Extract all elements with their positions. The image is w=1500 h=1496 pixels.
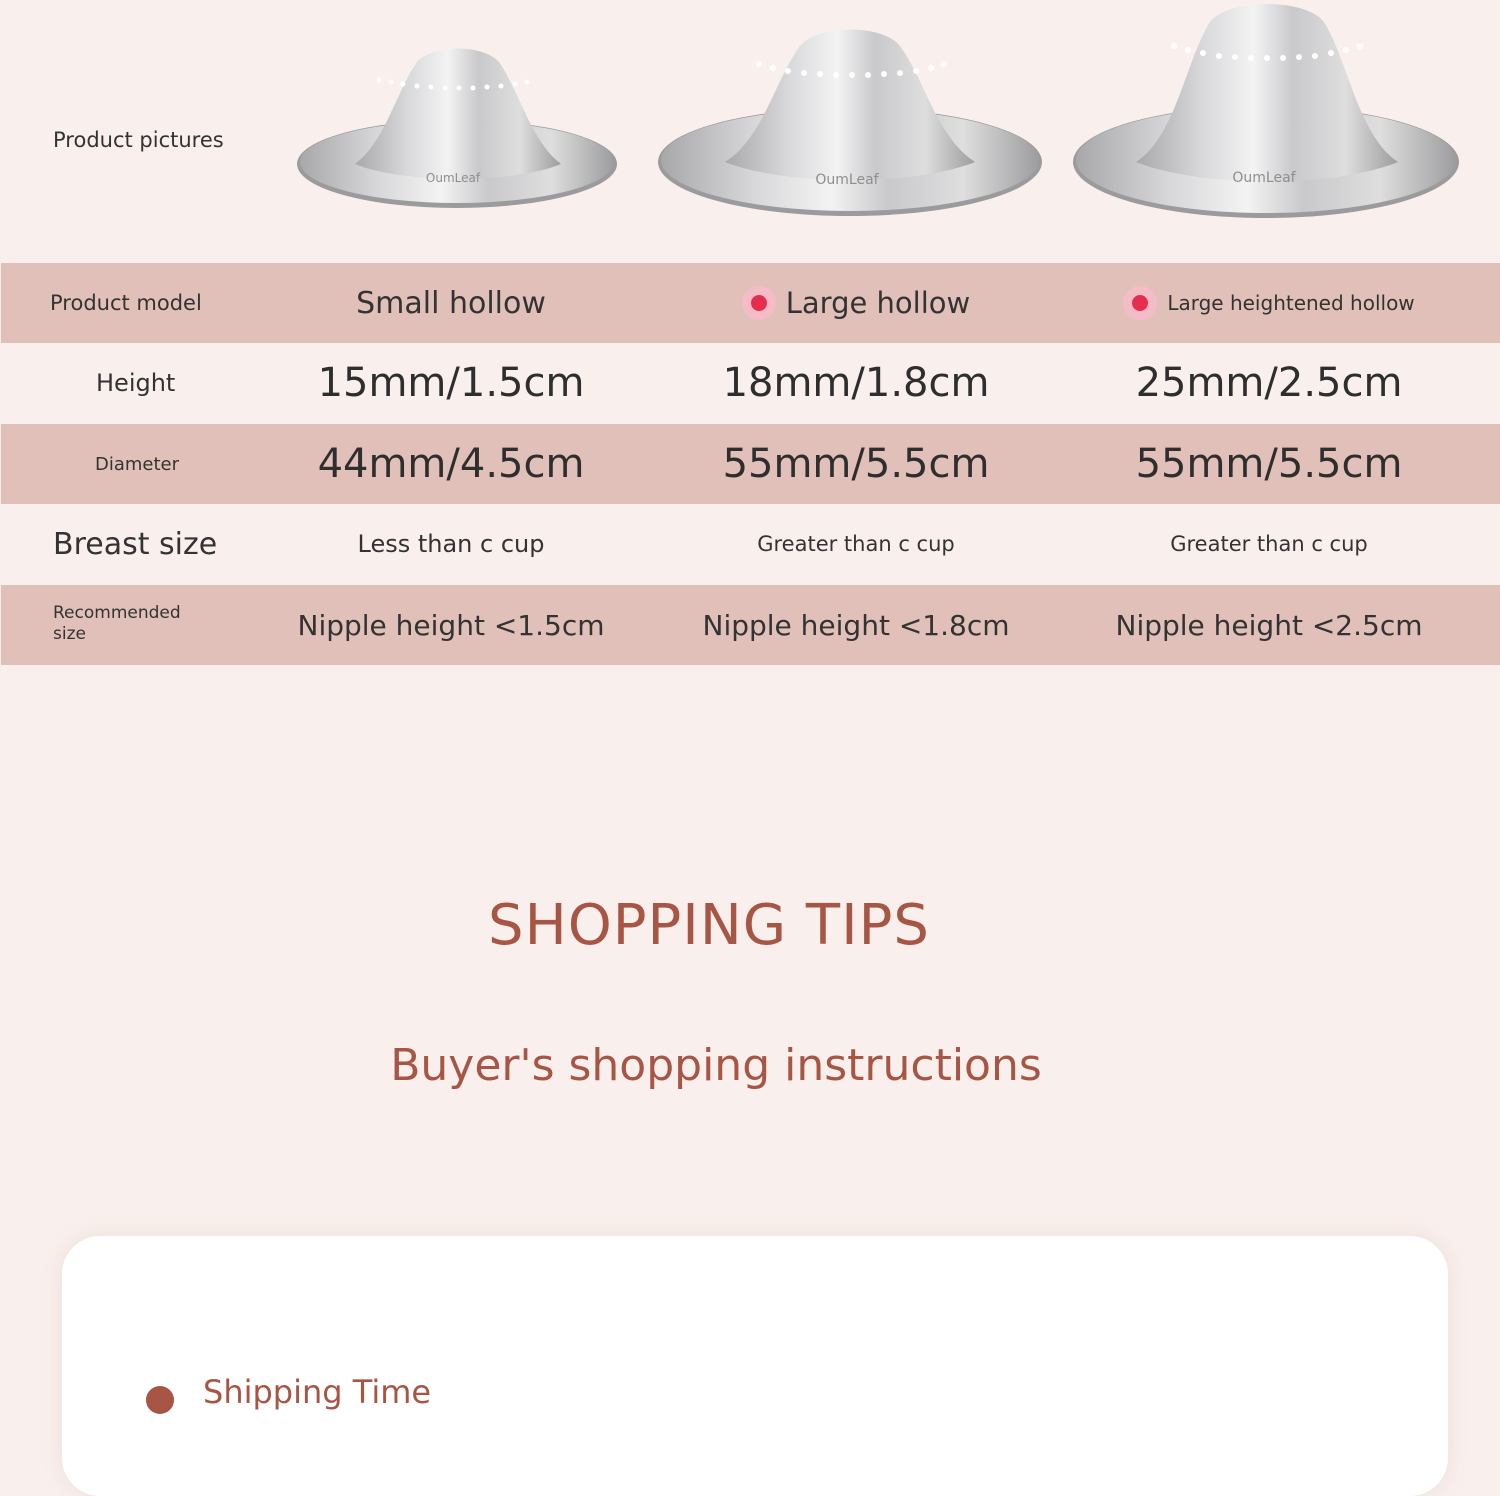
product-logo: OumLeaf — [815, 172, 879, 188]
shopping-instructions-card: Shipping Time — [62, 1236, 1448, 1496]
recommended-value: Nipple height <1.5cm — [297, 608, 605, 642]
shopping-tips-subtitle: Buyer's shopping instructions — [390, 1040, 1042, 1091]
row-recommended-size: Recommended size Nipple height <1.5cm Ni… — [1, 585, 1500, 665]
product-image-large-hollow: OumLeaf — [658, 29, 1042, 216]
breast-size-value: Less than c cup — [357, 530, 545, 558]
model-name: Small hollow — [356, 285, 546, 321]
shipping-time-heading: Shipping Time — [203, 1373, 432, 1411]
product-logo: OumLeaf — [1232, 170, 1296, 186]
product-image-large-heightened-hollow: OumLeaf — [1073, 4, 1459, 218]
model-large-hollow: Large hollow — [656, 263, 1056, 343]
shopping-tips-title: SHOPPING TIPS — [488, 893, 930, 958]
row-height: Height 15mm/1.5cm 18mm/1.8cm 25mm/2.5cm — [1, 343, 1500, 423]
model-large-heightened-hollow: Large heightened hollow — [1069, 263, 1469, 343]
height-value: 25mm/2.5cm — [1135, 360, 1403, 406]
row-label: Diameter — [95, 453, 180, 475]
row-label: Recommended size — [53, 603, 181, 644]
diameter-value: 44mm/4.5cm — [317, 441, 585, 487]
product-logo: OumLeaf — [426, 171, 481, 185]
selected-dot-icon — [741, 286, 776, 320]
selected-dot-icon — [1123, 286, 1158, 320]
height-value: 15mm/1.5cm — [317, 360, 585, 406]
breast-size-value: Greater than c cup — [1170, 532, 1368, 556]
row-label: Product model — [50, 291, 202, 315]
model-small-hollow: Small hollow — [251, 263, 651, 343]
row-breast-size: Breast size Less than c cup Greater than… — [1, 504, 1500, 584]
model-name: Large hollow — [785, 286, 971, 320]
row-product-model: Product model Small hollow Large hollow … — [1, 263, 1500, 343]
product-image-small-hollow: OumLeaf — [297, 48, 617, 208]
height-value: 18mm/1.8cm — [722, 360, 990, 406]
model-name: Large heightened hollow — [1167, 291, 1415, 315]
row-label: Height — [96, 369, 176, 397]
diameter-value: 55mm/5.5cm — [1135, 441, 1403, 487]
diameter-value: 55mm/5.5cm — [722, 441, 990, 487]
row-diameter: Diameter 44mm/4.5cm 55mm/5.5cm 55mm/5.5c… — [1, 424, 1500, 504]
breast-size-value: Greater than c cup — [757, 532, 955, 556]
bullet-icon — [146, 1386, 174, 1414]
recommended-value: Nipple height <1.8cm — [702, 608, 1010, 642]
product-pictures-label: Product pictures — [53, 128, 224, 152]
row-label: Breast size — [53, 526, 218, 562]
recommended-value: Nipple height <2.5cm — [1115, 608, 1423, 642]
